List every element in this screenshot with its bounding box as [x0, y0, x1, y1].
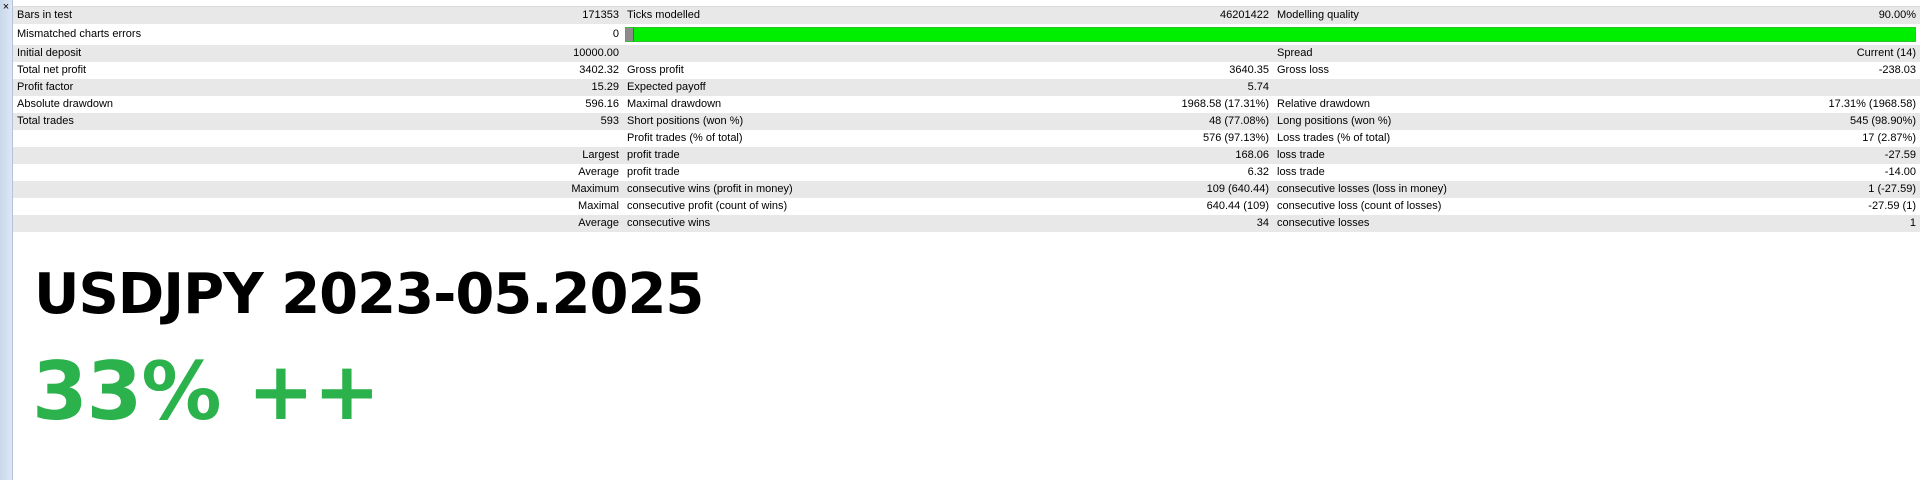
table-cell-value: Maximal — [493, 198, 623, 215]
table-cell-label: Gross profit — [623, 62, 1123, 79]
table-row: Average profit trade 6.32 loss trade -14.00 — [13, 164, 1920, 181]
backtest-report-table: Bars in test 171353 Ticks modelled 46201422… — [13, 7, 1920, 232]
table-cell-label: Total net profit — [13, 62, 493, 79]
table-cell-label: Short positions (won %) — [623, 113, 1123, 130]
table-cell-label — [13, 215, 493, 232]
table-cell-value: 109 (640.44) — [1123, 181, 1273, 198]
table-cell-label: Total trades — [13, 113, 493, 130]
table-cell-value: 46201422 — [1123, 7, 1273, 24]
table-cell-value: 0 — [493, 24, 623, 45]
table-cell-value: Largest — [493, 147, 623, 164]
table-cell-value: -27.59 — [1773, 147, 1920, 164]
table-cell-label: loss trade — [1273, 164, 1773, 181]
table-cell-label — [13, 130, 493, 147]
headline-text: USDJPY 2023-05.2025 — [34, 262, 704, 327]
table-cell-label: Initial deposit — [13, 45, 493, 62]
table-cell-value: 545 (98.90%) — [1773, 113, 1920, 130]
table-cell-value: Average — [493, 164, 623, 181]
table-cell-label: consecutive profit (count of wins) — [623, 198, 1123, 215]
table-row: Mismatched charts errors 0 — [13, 24, 1920, 45]
table-cell-label — [13, 147, 493, 164]
table-cell-label: Bars in test — [13, 7, 493, 24]
table-cell-value: 17.31% (1968.58) — [1773, 96, 1920, 113]
table-cell-label: Ticks modelled — [623, 7, 1123, 24]
table-cell-value: 1968.58 (17.31%) — [1123, 96, 1273, 113]
table-cell-label: consecutive wins — [623, 215, 1123, 232]
table-cell-value: 6.32 — [1123, 164, 1273, 181]
table-row: Maximal consecutive profit (count of wins… — [13, 198, 1920, 215]
table-cell-label: Profit factor — [13, 79, 493, 96]
table-cell-value: Average — [493, 215, 623, 232]
table-row: Initial deposit 10000.00 Spread Current (14… — [13, 45, 1920, 62]
table-cell-label: Profit trades (% of total) — [623, 130, 1123, 147]
table-cell-value: 34 — [1123, 215, 1273, 232]
table-cell-label: Long positions (won %) — [1273, 113, 1773, 130]
table-cell-label: consecutive losses — [1273, 215, 1773, 232]
table-cell-label: Maximal drawdown — [623, 96, 1123, 113]
table-cell-label — [13, 164, 493, 181]
table-cell-value: 171353 — [493, 7, 623, 24]
table-cell-value: 5.74 — [1123, 79, 1273, 96]
table-cell-label: Modelling quality — [1273, 7, 1773, 24]
table-cell-value: 3402.32 — [493, 62, 623, 79]
table-cell-value: 1 — [1773, 215, 1920, 232]
table-row: Average consecutive wins 34 consecutive los… — [13, 215, 1920, 232]
table-cell-label: profit trade — [623, 147, 1123, 164]
table-cell-value: 593 — [493, 113, 623, 130]
table-row: Bars in test 171353 Ticks modelled 46201422… — [13, 7, 1920, 24]
table-cell-label: consecutive loss (count of losses) — [1273, 198, 1773, 215]
close-icon[interactable]: × — [1, 2, 11, 13]
left-panel-strip: × — [0, 0, 13, 480]
table-row: Absolute drawdown 596.16 Maximal drawdown 1… — [13, 96, 1920, 113]
table-row: Total net profit 3402.32 Gross profit 3640.… — [13, 62, 1920, 79]
table-cell-value: 10000.00 — [493, 45, 623, 62]
table-cell-label: profit trade — [623, 164, 1123, 181]
table-cell-value: 48 (77.08%) — [1123, 113, 1273, 130]
table-cell-value: 15.29 — [493, 79, 623, 96]
table-cell-label: consecutive losses (loss in money) — [1273, 181, 1773, 198]
table-cell-label — [1273, 79, 1773, 96]
table-cell-label: consecutive wins (profit in money) — [623, 181, 1123, 198]
table-cell-value — [493, 130, 623, 147]
table-cell-label — [13, 181, 493, 198]
table-cell-label: Relative drawdown — [1273, 96, 1773, 113]
table-cell-label: loss trade — [1273, 147, 1773, 164]
table-cell-label: Gross loss — [1273, 62, 1773, 79]
table-cell-label — [623, 45, 1123, 62]
table-cell-value: Current (14) — [1773, 45, 1920, 62]
table-cell-value: 90.00% — [1773, 7, 1920, 24]
table-cell-value: -14.00 — [1773, 164, 1920, 181]
table-cell-value: 1 (-27.59) — [1773, 181, 1920, 198]
table-cell-label: Spread — [1273, 45, 1773, 62]
table-cell-value: 168.06 — [1123, 147, 1273, 164]
table-row: Profit trades (% of total) 576 (97.13%) Lo… — [13, 130, 1920, 147]
top-divider — [12, 0, 1920, 7]
table-cell-value: -27.59 (1) — [1773, 198, 1920, 215]
modelling-quality-bar-cell — [623, 24, 1920, 45]
mismatch-segment — [626, 28, 634, 41]
table-row: Profit factor 15.29 Expected payoff 5.74 — [13, 79, 1920, 96]
table-cell-value: 17 (2.87%) — [1773, 130, 1920, 147]
table-cell-label: Mismatched charts errors — [13, 24, 493, 45]
table-cell-label — [13, 198, 493, 215]
table-row: Maximum consecutive wins (profit in money… — [13, 181, 1920, 198]
table-cell-value: Maximum — [493, 181, 623, 198]
table-cell-value: 3640.35 — [1123, 62, 1273, 79]
result-text: 33% ++ — [32, 345, 380, 438]
table-cell-value: 596.16 — [493, 96, 623, 113]
table-cell-label: Absolute drawdown — [13, 96, 493, 113]
table-row: Largest profit trade 168.06 loss trade -27.5… — [13, 147, 1920, 164]
table-cell-value: 576 (97.13%) — [1123, 130, 1273, 147]
table-row: Total trades 593 Short positions (won %) 48… — [13, 113, 1920, 130]
table-cell-value: -238.03 — [1773, 62, 1920, 79]
table-cell-label: Loss trades (% of total) — [1273, 130, 1773, 147]
table-cell-label: Expected payoff — [623, 79, 1123, 96]
table-cell-value — [1773, 79, 1920, 96]
modelling-quality-bar — [625, 27, 1916, 42]
table-cell-value: 640.44 (109) — [1123, 198, 1273, 215]
table-cell-value — [1123, 45, 1273, 62]
